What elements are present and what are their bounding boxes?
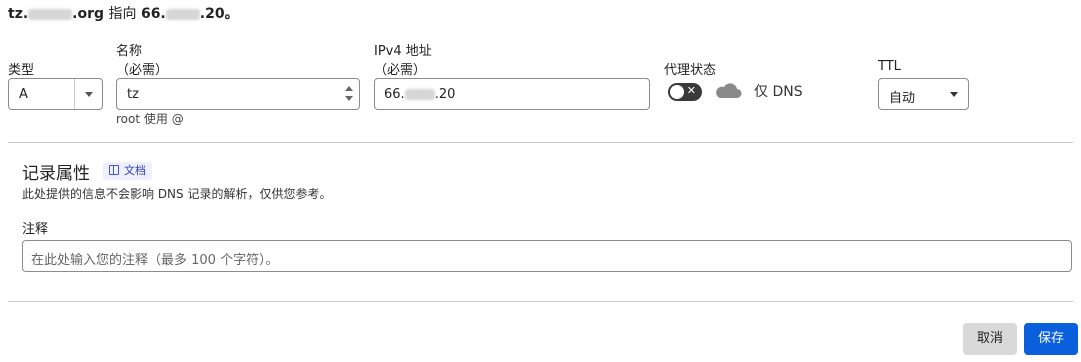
doc-badge[interactable]: 文档 [103,162,152,180]
redacted-ip [404,89,435,100]
record-props-description: 此处提供的信息不会影响 DNS 记录的解析，仅供您参考。 [22,187,332,201]
cloud-icon [716,83,742,98]
doc-badge-label: 文档 [124,164,146,177]
summary-verb: 指向 [108,6,137,22]
name-label: 名称 [116,44,143,59]
summary-ip-prefix: 66. [140,6,166,22]
ttl-select[interactable]: 自动 [878,78,969,110]
ipv4-label: IPv4 地址 [374,44,432,59]
comment-input[interactable]: 在此处输入您的注释（最多 100 个字符）。 [22,240,1072,272]
ttl-label: TTL [878,59,901,74]
record-props-title: 记录属性 [22,164,90,184]
comment-placeholder: 在此处输入您的注释（最多 100 个字符）。 [31,253,279,268]
ipv4-value-prefix: 66. [384,87,405,102]
name-spinner[interactable] [345,84,353,103]
divider [8,301,1073,302]
save-button[interactable]: 保存 [1024,323,1078,355]
select-divider [74,79,75,109]
ipv4-required: （必需） [374,63,427,78]
book-icon [109,165,119,175]
ipv4-input[interactable]: 66. .20 [374,78,650,110]
spin-down-icon[interactable] [345,96,353,101]
spin-up-icon[interactable] [345,86,353,91]
cancel-button[interactable]: 取消 [963,323,1017,355]
chevron-down-icon [950,92,958,97]
proxy-status-label: 代理状态 [664,63,717,78]
toggle-knob [670,85,684,99]
type-value: A [19,87,28,102]
record-summary: tz. .org 指向 66. .20。 [8,3,239,23]
name-input[interactable]: tz [116,78,360,110]
ttl-value: 自动 [889,91,916,106]
summary-domain-prefix: tz. [8,6,29,22]
name-hint: root 使用 @ [116,112,184,126]
name-required: （必需） [116,63,169,78]
type-label: 类型 [8,63,35,78]
comment-label: 注释 [22,222,49,237]
name-value: tz [127,87,139,102]
close-icon: ✕ [686,84,696,97]
proxy-toggle[interactable]: ✕ [668,83,702,101]
summary-ip-suffix: .20。 [199,6,239,22]
chevron-down-icon [85,92,93,97]
redacted-domain [28,8,73,20]
type-select[interactable]: A [8,78,103,110]
redacted-ip [165,8,200,20]
proxy-status-text: 仅 DNS [754,84,803,100]
divider [8,142,1073,143]
ipv4-value: 66. .20 [384,87,455,102]
summary-domain-suffix: .org [72,6,105,22]
ipv4-value-suffix: .20 [434,87,456,102]
